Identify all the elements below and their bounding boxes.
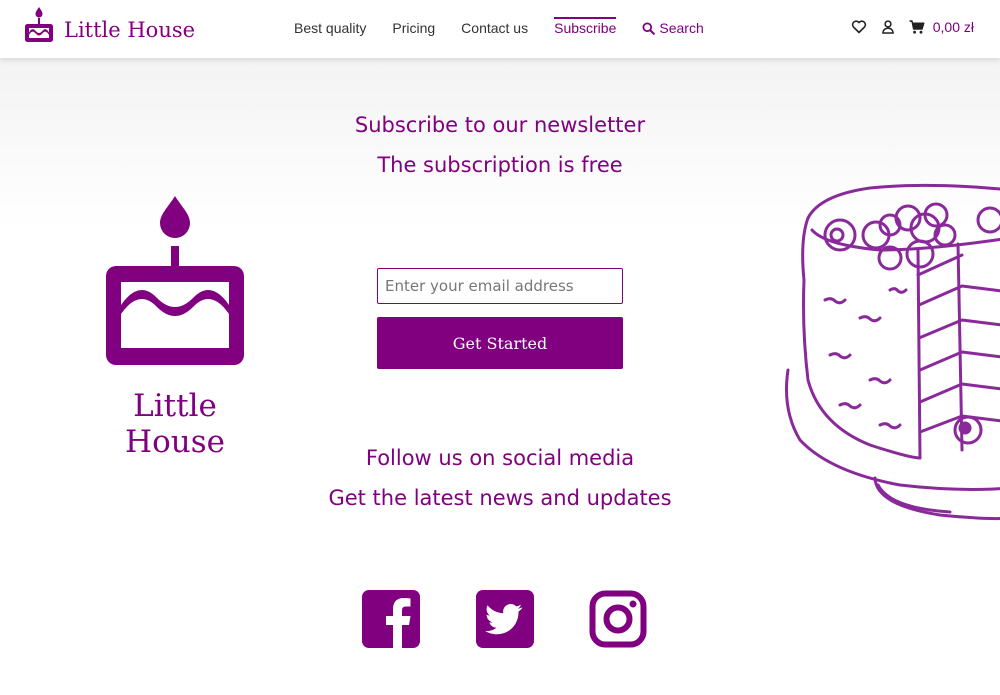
search-icon xyxy=(642,21,656,35)
site-header: Little House Best quality Pricing Contac… xyxy=(0,0,1000,58)
user-icon xyxy=(881,20,894,34)
facebook-link[interactable] xyxy=(362,590,420,648)
brand-logo-link[interactable]: Little House xyxy=(23,3,195,43)
brand-name: Little House xyxy=(64,18,196,42)
cake-logo-icon xyxy=(25,7,53,42)
header-tools: 0,00 zł xyxy=(851,19,974,35)
social-subheading: Get the latest news and updates xyxy=(328,486,672,510)
nav-item-subscribe[interactable]: Subscribe xyxy=(554,17,617,36)
twitter-link[interactable] xyxy=(476,590,534,648)
twitter-icon xyxy=(476,590,534,648)
instagram-link[interactable] xyxy=(589,590,647,648)
main-nav: Best quality Pricing Contact us Subscrib… xyxy=(294,17,730,36)
search-button[interactable]: Search xyxy=(642,20,704,36)
instagram-icon xyxy=(589,590,647,648)
nav-item-best-quality[interactable]: Best quality xyxy=(294,20,366,36)
email-input[interactable] xyxy=(377,268,623,304)
get-started-button[interactable]: Get Started xyxy=(377,317,623,369)
search-label: Search xyxy=(659,20,704,36)
cake-logo-large-icon xyxy=(106,196,244,365)
wishlist-button[interactable] xyxy=(851,19,867,35)
newsletter-subheading: The subscription is free xyxy=(377,153,623,177)
newsletter-heading: Subscribe to our newsletter xyxy=(354,113,646,137)
cart-amount[interactable]: 0,00 zł xyxy=(933,19,974,35)
nav-item-contact-us[interactable]: Contact us xyxy=(461,20,528,36)
cart-button[interactable] xyxy=(909,19,925,35)
account-button[interactable] xyxy=(880,19,896,35)
social-heading: Follow us on social media xyxy=(365,446,635,470)
cart-icon xyxy=(909,20,925,34)
heart-icon xyxy=(851,20,866,34)
nav-item-pricing[interactable]: Pricing xyxy=(392,20,435,36)
facebook-icon xyxy=(362,590,420,648)
